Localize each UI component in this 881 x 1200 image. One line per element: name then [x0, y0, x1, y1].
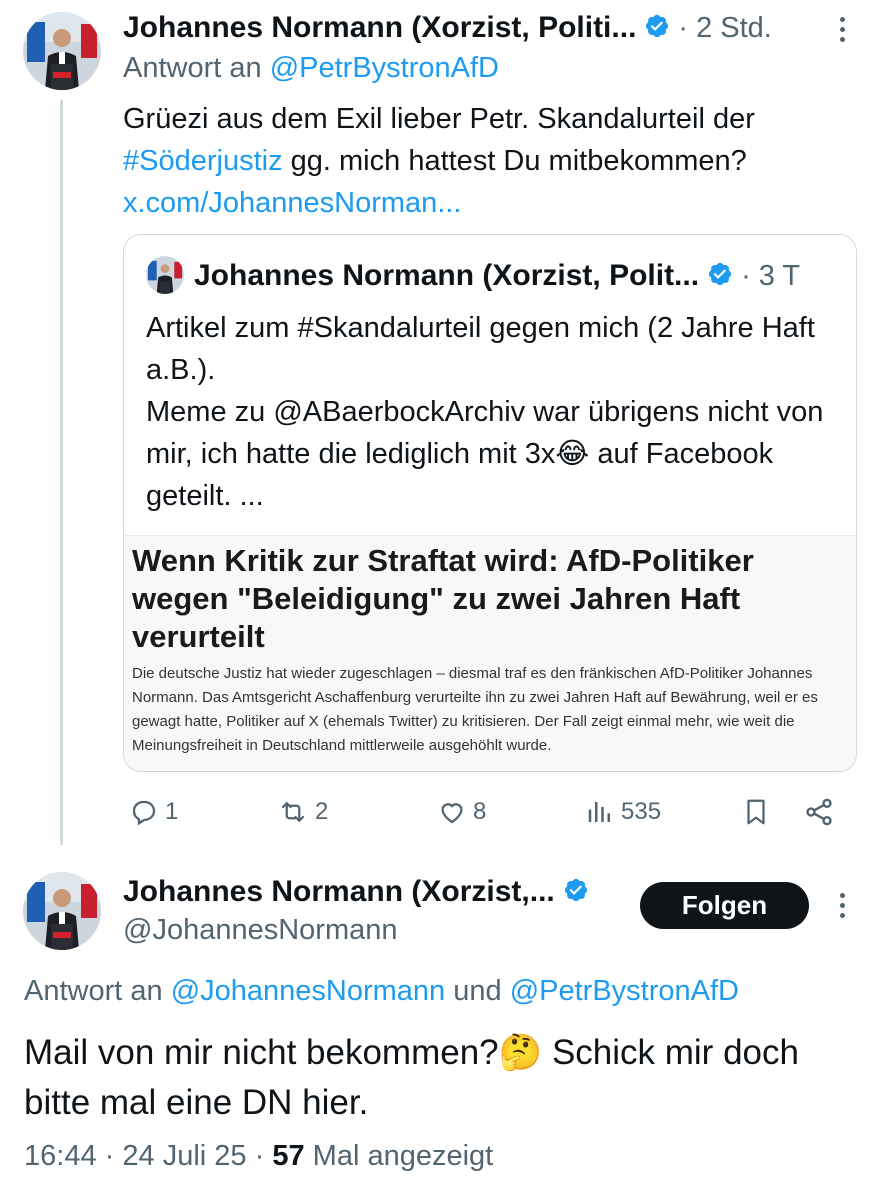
- separator-dot: ·: [104, 1140, 115, 1172]
- repost-count: 2: [315, 798, 329, 825]
- tweet-text-part: gg. mich hattest Du mitbekommen?: [290, 145, 747, 177]
- tweet-text: Grüezi aus dem Exil lieber Petr. Skandal…: [123, 98, 843, 224]
- repost-icon: [277, 797, 309, 827]
- like-icon: [437, 797, 467, 827]
- verified-icon: [707, 261, 733, 292]
- author-name[interactable]: Johannes Normann (Xorzist,...: [123, 875, 555, 909]
- reply-context: Antwort an @JohannesNormann und @PetrBys…: [24, 975, 739, 1008]
- separator-dot: ·: [741, 259, 751, 292]
- quoted-tweet-card[interactable]: Johannes Normann (Xorzist, Polit... · 3 …: [123, 234, 857, 772]
- article-title: Wenn Kritik zur Straftat wird: AfD-Polit…: [132, 543, 754, 654]
- follow-button[interactable]: Folgen: [640, 882, 809, 929]
- repost-button[interactable]: 2: [277, 790, 328, 834]
- separator-dot: ·: [678, 11, 689, 44]
- more-icon[interactable]: [832, 14, 852, 44]
- reply-handle-link[interactable]: @PetrBystronAfD: [510, 975, 739, 1007]
- views-icon: [585, 797, 615, 827]
- bookmark-icon: [741, 796, 771, 828]
- thread-line: [60, 100, 63, 845]
- quoted-text-line: Artikel zum #Skandalurteil gegen mich (2…: [146, 312, 815, 386]
- tweet-time[interactable]: 3 T: [759, 260, 800, 293]
- tweet-text-part: Mail von mir nicht bekommen?: [24, 1033, 499, 1072]
- tweet-header: Johannes Normann (Xorzist,...: [123, 874, 589, 910]
- reply-prefix: Antwort an: [24, 975, 163, 1007]
- verified-icon: [563, 877, 589, 908]
- article-preview[interactable]: Wenn Kritik zur Straftat wird: AfD-Polit…: [124, 535, 856, 771]
- quoted-tweet-text: Artikel zum #Skandalurteil gegen mich (2…: [146, 307, 846, 517]
- more-icon[interactable]: [832, 890, 852, 920]
- share-button[interactable]: [803, 790, 835, 834]
- verified-icon: [644, 13, 670, 44]
- share-icon: [803, 796, 835, 828]
- tweet-header: Johannes Normann (Xorzist, Politi... · 2…: [123, 10, 772, 46]
- tweet-text-part: Grüezi aus dem Exil lieber Petr. Skandal…: [123, 103, 755, 135]
- author-handle[interactable]: @JohannesNormann: [123, 914, 397, 947]
- avatar[interactable]: [146, 256, 184, 294]
- views-count: 535: [621, 798, 662, 825]
- tweet-meta: 16:44 · 24 Juli 25 · 57 Mal angezeigt: [24, 1140, 493, 1173]
- reply-handle-link[interactable]: @JohannesNormann: [171, 975, 445, 1007]
- tweet-date[interactable]: 24 Juli 25: [122, 1140, 246, 1172]
- author-name[interactable]: Johannes Normann (Xorzist, Polit...: [194, 259, 699, 293]
- author-name[interactable]: Johannes Normann (Xorzist, Politi...: [123, 11, 636, 45]
- action-bar: 1 2 8 535: [123, 790, 843, 834]
- bookmark-button[interactable]: [741, 790, 771, 834]
- reply-icon: [129, 797, 159, 827]
- reply-handle-link[interactable]: @PetrBystronAfD: [270, 52, 499, 84]
- views-button[interactable]: 535: [585, 790, 661, 834]
- avatar[interactable]: [23, 12, 101, 90]
- url-link[interactable]: x.com/JohannesNorman...: [123, 187, 461, 219]
- like-count: 8: [473, 798, 487, 825]
- views-count: 57: [272, 1140, 305, 1172]
- separator-dot: ·: [254, 1140, 265, 1172]
- reply-count: 1: [165, 798, 179, 825]
- reply-button[interactable]: 1: [129, 790, 178, 834]
- hashtag-link[interactable]: #Söderjustiz: [123, 145, 283, 177]
- avatar[interactable]: [23, 872, 101, 950]
- like-button[interactable]: 8: [437, 790, 486, 834]
- quoted-tweet-header: Johannes Normann (Xorzist, Polit... · 3 …: [194, 256, 800, 296]
- reply-and: und: [453, 975, 502, 1007]
- thinking-emoji-icon: 🤔: [498, 1033, 543, 1072]
- tweet-time[interactable]: 16:44: [24, 1140, 97, 1172]
- article-description: Die deutsche Justiz hat wieder zugeschla…: [132, 665, 818, 754]
- views-label: Mal angezeigt: [312, 1140, 494, 1172]
- reply-context: Antwort an @PetrBystronAfD: [123, 52, 499, 85]
- laughing-emoji-icon: 😂: [555, 438, 590, 470]
- reply-prefix: Antwort an: [123, 52, 262, 84]
- tweet-time[interactable]: 2 Std.: [696, 12, 772, 45]
- tweet-text: Mail von mir nicht bekommen?🤔 Schick mir…: [24, 1028, 844, 1128]
